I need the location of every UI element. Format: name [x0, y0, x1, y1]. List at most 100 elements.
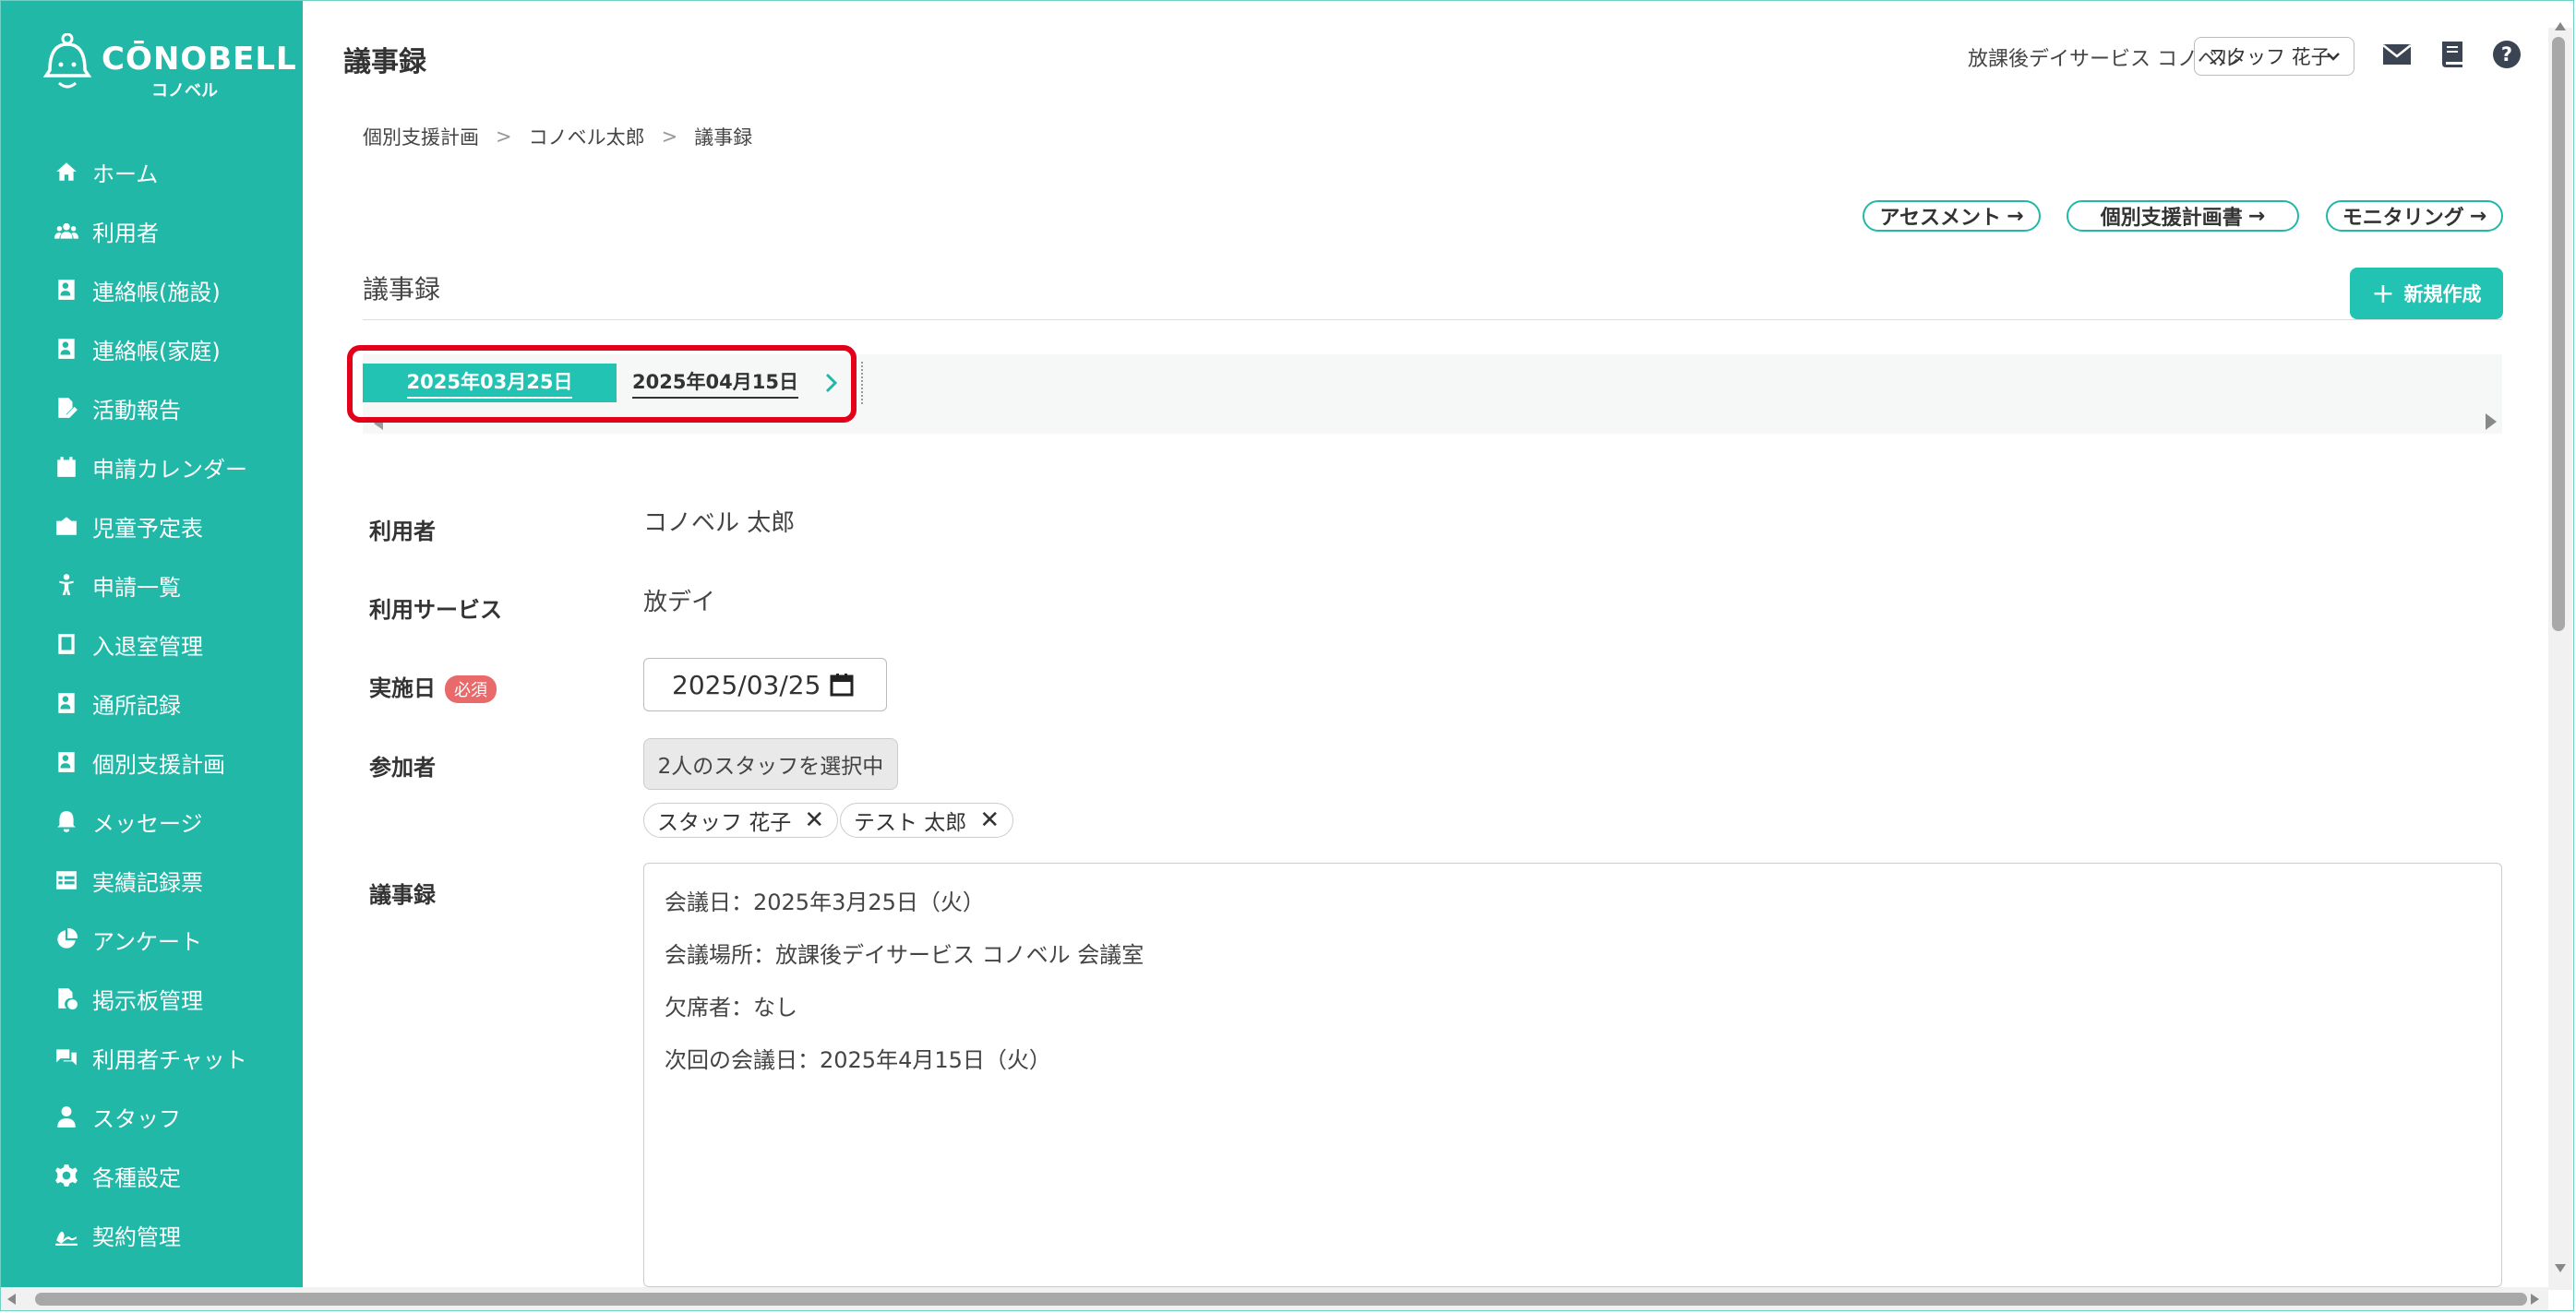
- svg-text:?: ?: [2501, 43, 2512, 66]
- arrow-right-icon: →: [2247, 204, 2266, 228]
- tab-divider: [861, 362, 863, 404]
- tablet-icon: [54, 631, 79, 657]
- scroll-left-arrow-icon[interactable]: [7, 1294, 16, 1305]
- sidebar-item-contract[interactable]: 契約管理: [54, 1216, 181, 1253]
- chevron-right-icon: >: [496, 125, 512, 148]
- sidebar-item-contact-facility[interactable]: 連絡帳(施設): [54, 271, 221, 308]
- close-icon[interactable]: ✕: [804, 806, 824, 834]
- home-icon: [54, 159, 79, 185]
- sidebar-item-settings[interactable]: 各種設定: [54, 1157, 181, 1194]
- arrow-right-icon: →: [2007, 204, 2024, 228]
- sidebar-item-request-list[interactable]: 申請一覧: [54, 567, 181, 603]
- participant-chip: スタッフ 花子 ✕: [643, 803, 839, 838]
- participant-chip-label: テスト 太郎: [854, 811, 967, 835]
- scroll-right-arrow-icon[interactable]: [2486, 413, 2497, 430]
- minutes-line: 会議日：2025年3月25日（火）: [665, 889, 985, 915]
- brand-sub: コノベル: [151, 81, 218, 101]
- sidebar-item-contact-home[interactable]: 連絡帳(家庭): [54, 330, 221, 367]
- sidebar-item-label: 利用者チャット: [92, 1046, 247, 1073]
- vertical-scrollbar-thumb[interactable]: [2552, 37, 2565, 631]
- staff-icon: [54, 1104, 79, 1129]
- participant-chip-label: スタッフ 花子: [657, 811, 792, 835]
- support-plan-button[interactable]: 個別支援計画書 →: [2067, 200, 2299, 232]
- contact-book-icon: [54, 336, 79, 362]
- date-label: 実施日 必須: [369, 670, 497, 703]
- help-icon[interactable]: ?: [2491, 39, 2522, 70]
- required-badge: 必須: [445, 675, 497, 703]
- new-button[interactable]: + 新規作成: [2350, 268, 2503, 319]
- minutes-line: 欠席者：なし: [665, 995, 797, 1021]
- monitoring-button[interactable]: モニタリング →: [2326, 200, 2503, 232]
- mail-icon[interactable]: [2381, 39, 2413, 70]
- minutes-textarea[interactable]: 会議日：2025年3月25日（火） 会議場所：放課後デイサービス コノベル 会議…: [643, 863, 2502, 1287]
- sidebar-item-survey[interactable]: アンケート: [54, 921, 202, 958]
- sidebar-item-label: 活動報告: [92, 397, 181, 424]
- sidebar-item-users[interactable]: 利用者: [54, 212, 159, 249]
- sidebar-item-board-management[interactable]: 掲示板管理: [54, 980, 203, 1017]
- app-logo[interactable]: CŌNOBELL コノベル: [41, 33, 296, 101]
- pie-chart-icon: [54, 926, 79, 952]
- book-icon[interactable]: [2437, 39, 2468, 70]
- sidebar-item-label: スタッフ: [92, 1105, 181, 1132]
- scroll-right-arrow-icon[interactable]: [2531, 1294, 2539, 1305]
- scroll-down-arrow-icon[interactable]: [2555, 1264, 2566, 1272]
- file-check-icon: [54, 985, 79, 1011]
- horizontal-scrollbar-thumb[interactable]: [35, 1293, 2527, 1306]
- chat-icon: [54, 1044, 79, 1070]
- sidebar-item-user-chat[interactable]: 利用者チャット: [54, 1039, 247, 1076]
- users-icon: [54, 218, 79, 244]
- service-value: 放デイ: [643, 589, 716, 616]
- monitoring-label: モニタリング: [2342, 207, 2464, 230]
- sidebar-item-performance-record[interactable]: 実績記録票: [54, 862, 203, 899]
- sidebar-item-attendance-record[interactable]: 通所記録: [54, 685, 181, 722]
- sidebar-item-support-plan[interactable]: 個別支援計画: [54, 744, 225, 781]
- sidebar-item-message[interactable]: メッセージ: [54, 803, 203, 840]
- sidebar-item-label: ホーム: [92, 161, 159, 187]
- user-label: 利用者: [369, 519, 436, 544]
- breadcrumb-link-user[interactable]: コノベル太郎: [529, 123, 645, 150]
- sidebar-item-label: 利用者: [92, 220, 159, 246]
- sidebar-item-home[interactable]: ホーム: [54, 153, 158, 190]
- user-value: コノベル 太郎: [643, 509, 796, 537]
- contact-book-icon: [54, 690, 79, 716]
- vertical-scrollbar[interactable]: [2548, 22, 2572, 1290]
- calendar-icon[interactable]: [829, 672, 855, 698]
- sidebar-item-label: 申請一覧: [92, 574, 181, 601]
- minutes-line: 次回の会議日：2025年4月15日（火）: [665, 1047, 1051, 1073]
- horizontal-scrollbar[interactable]: [0, 1287, 2548, 1311]
- sidebar-item-child-schedule[interactable]: 児童予定表: [54, 507, 203, 544]
- arrow-right-icon: →: [2469, 204, 2487, 228]
- minutes-line: 会議場所：放課後デイサービス コノベル 会議室: [665, 942, 1144, 968]
- plus-icon: +: [2371, 277, 2395, 310]
- sidebar-item-label: 通所記録: [92, 692, 181, 719]
- calendar-icon: [54, 454, 79, 480]
- sidebar-item-label: 連絡帳(施設): [92, 279, 221, 305]
- child-icon: [54, 572, 79, 598]
- table-icon: [54, 867, 79, 893]
- sidebar-item-label: アンケート: [92, 928, 203, 955]
- sidebar-item-label: 児童予定表: [92, 515, 203, 542]
- sidebar-item-label: 連絡帳(家庭): [92, 338, 221, 364]
- service-label: 利用サービス: [369, 597, 502, 623]
- sidebar-item-entry-management[interactable]: 入退室管理: [54, 626, 203, 662]
- close-icon[interactable]: ✕: [979, 806, 1000, 834]
- assessment-button[interactable]: アセスメント →: [1863, 200, 2041, 232]
- sidebar-item-staff[interactable]: スタッフ: [54, 1098, 181, 1135]
- scroll-up-arrow-icon[interactable]: [2555, 22, 2566, 30]
- sidebar-item-activity-report[interactable]: 活動報告: [54, 389, 181, 426]
- date-input[interactable]: 2025/03/25: [643, 658, 887, 711]
- date-label-text: 実施日: [369, 675, 436, 701]
- highlight-box: [347, 345, 857, 423]
- staff-select[interactable]: スタッフ 花子: [2194, 37, 2354, 76]
- page-title: 議事録: [343, 46, 426, 78]
- breadcrumb: 個別支援計画 > コノベル太郎 > 議事録: [363, 123, 752, 150]
- participants-select-button[interactable]: 2人のスタッフを選択中: [643, 738, 898, 790]
- date-input-value: 2025/03/25: [672, 669, 821, 700]
- support-plan-label: 個別支援計画書: [2100, 207, 2243, 230]
- sidebar-item-request-calendar[interactable]: 申請カレンダー: [54, 448, 247, 485]
- sidebar-item-label: メッセージ: [92, 810, 203, 837]
- breadcrumb-link-support-plan[interactable]: 個別支援計画: [363, 123, 479, 150]
- chevron-right-icon: >: [661, 125, 678, 148]
- sidebar-item-label: 契約管理: [92, 1223, 181, 1250]
- chevron-down-icon: [2327, 53, 2340, 61]
